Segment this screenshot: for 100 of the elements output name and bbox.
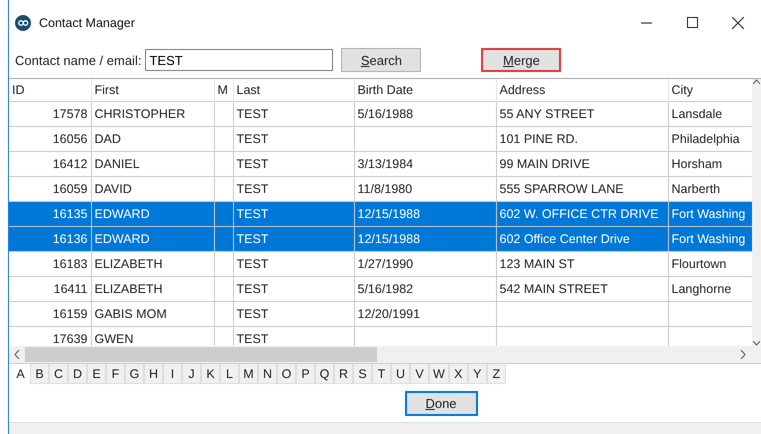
table-cell: 17578: [9, 102, 91, 126]
merge-button[interactable]: Merge: [481, 48, 562, 72]
vertical-scrollbar[interactable]: [752, 79, 761, 346]
table-row[interactable]: 16136 EDWARD TEST 12/15/1988 602 Office Center Drive Fort Washing: [9, 226, 752, 252]
table-cell: 101 PINE RD.: [496, 126, 668, 152]
table-cell: Fort Washing: [668, 226, 752, 252]
table-cell: [214, 176, 233, 202]
table-cell: 17639: [9, 326, 91, 346]
table-cell: 542 MAIN STREET: [496, 276, 668, 302]
table-cell: TEST: [233, 202, 354, 226]
table-cell: [214, 252, 233, 276]
table-cell: [214, 276, 233, 302]
letter-tab[interactable]: K: [201, 364, 220, 384]
table-cell: 55 ANY STREET: [496, 102, 668, 126]
letter-tab[interactable]: H: [144, 364, 163, 384]
table-cell: 99 MAIN DRIVE: [496, 152, 668, 176]
letter-tab[interactable]: N: [258, 364, 277, 384]
scroll-left-icon[interactable]: [13, 350, 21, 359]
letter-tab[interactable]: Z: [486, 364, 506, 384]
table-row[interactable]: 16056 DAD TEST 101 PINE RD. Philadelphia: [9, 126, 752, 152]
table-cell: 1/27/1990: [354, 252, 496, 276]
letter-tab[interactable]: J: [182, 364, 201, 384]
letter-tab[interactable]: E: [87, 364, 106, 384]
letter-tab[interactable]: I: [163, 364, 182, 384]
table-cell: TEST: [233, 302, 354, 326]
table-cell: 16412: [9, 152, 91, 176]
table-cell: 16059: [9, 176, 91, 202]
table-row[interactable]: 16183 ELIZABETH TEST 1/27/1990 123 MAIN ST Flourtown: [9, 252, 752, 276]
letter-tab[interactable]: D: [68, 364, 87, 384]
search-label: Contact name / email:: [15, 52, 142, 68]
table-cell: [214, 102, 233, 126]
table-cell: [214, 326, 233, 346]
letter-tab[interactable]: R: [334, 364, 353, 384]
table-cell: 16135: [9, 202, 91, 226]
table-cell: 5/16/1988: [354, 102, 496, 126]
search-button[interactable]: Search: [341, 48, 422, 72]
table-cell: [214, 202, 233, 226]
table-cell: TEST: [233, 252, 354, 276]
scroll-down-icon[interactable]: [753, 341, 760, 346]
table-row[interactable]: 17639 GWEN TEST: [9, 326, 752, 346]
letter-tab[interactable]: C: [49, 364, 68, 384]
table-cell: 16056: [9, 126, 91, 152]
letter-tab[interactable]: O: [277, 364, 296, 384]
app-logo-icon: [15, 14, 31, 30]
letter-tab[interactable]: X: [448, 364, 468, 384]
letter-tab[interactable]: F: [106, 364, 125, 384]
table-cell: TEST: [233, 152, 354, 176]
letter-tab[interactable]: L: [220, 364, 239, 384]
table-row[interactable]: 16159 GABIS MOM TEST 12/20/1991: [9, 302, 752, 326]
letter-tab[interactable]: W: [429, 364, 449, 384]
table-cell: EDWARD: [91, 226, 214, 252]
letter-tab[interactable]: V: [410, 364, 429, 384]
window-title: Contact Manager: [39, 16, 136, 30]
table-cell: Narberth: [668, 176, 752, 202]
table-row[interactable]: 16411 ELIZABETH TEST 5/16/1982 542 MAIN STREET Langhorne: [9, 276, 752, 302]
table-cell: TEST: [233, 326, 354, 346]
table-cell: CHRISTOPHER: [91, 102, 214, 126]
table-cell: 123 MAIN ST: [496, 252, 668, 276]
close-icon: [732, 16, 744, 28]
letter-tab[interactable]: G: [125, 364, 144, 384]
table-cell: 12/15/1988: [354, 226, 496, 252]
table-cell: 602 Office Center Drive: [496, 226, 668, 252]
table-row[interactable]: 16412 DANIEL TEST 3/13/1984 99 MAIN DRIVE Horsham: [9, 152, 752, 176]
table-cell: Horsham: [668, 152, 752, 176]
letter-tab[interactable]: Q: [315, 364, 334, 384]
search-field[interactable]: TEST: [145, 49, 334, 71]
table-cell: TEST: [233, 226, 354, 252]
table-cell: TEST: [233, 176, 354, 202]
letter-tab[interactable]: M: [239, 364, 258, 384]
table-cell: Flourtown: [668, 252, 752, 276]
table-cell: 5/16/1982: [354, 276, 496, 302]
table-row[interactable]: 17578 CHRISTOPHER TEST 5/16/1988 55 ANY STREET Lansdale: [9, 102, 752, 126]
table-cell: ELIZABETH: [91, 252, 214, 276]
maximize-icon: [686, 17, 698, 28]
table-cell: DAVID: [91, 176, 214, 202]
letter-tab[interactable]: U: [391, 364, 410, 384]
table-cell: EDWARD: [91, 202, 214, 226]
table-cell: Lansdale: [668, 102, 752, 126]
table-cell: 11/8/1980: [354, 176, 496, 202]
table-cell: TEST: [233, 126, 354, 152]
table-cell: 602 W. OFFICE CTR DRIVE: [496, 202, 668, 226]
letter-tab[interactable]: B: [30, 364, 49, 384]
done-button[interactable]: Done: [404, 390, 478, 416]
table-row[interactable]: 16059 DAVID TEST 11/8/1980 555 SPARROW LANE Narberth: [9, 176, 752, 202]
table-cell: 3/13/1984: [354, 152, 496, 176]
scroll-right-icon[interactable]: [739, 350, 747, 359]
letter-tab[interactable]: S: [353, 364, 372, 384]
scroll-up-icon[interactable]: [753, 79, 760, 84]
letter-tab[interactable]: Y: [468, 364, 487, 384]
table-cell: 16136: [9, 226, 91, 252]
table-cell: [214, 126, 233, 152]
table-cell: GABIS MOM: [91, 302, 214, 326]
table-cell: 16411: [9, 276, 91, 302]
horizontal-scrollbar[interactable]: [9, 346, 761, 363]
table-cell: DAD: [91, 126, 214, 152]
table-cell: Fort Washing: [668, 202, 752, 226]
letter-tab[interactable]: P: [296, 364, 315, 384]
table-cell: ELIZABETH: [91, 276, 214, 302]
table-row[interactable]: 16135 EDWARD TEST 12/15/1988 602 W. OFFICE CTR DRIVE Fort Washing: [9, 202, 752, 226]
letter-tab[interactable]: T: [372, 364, 391, 384]
